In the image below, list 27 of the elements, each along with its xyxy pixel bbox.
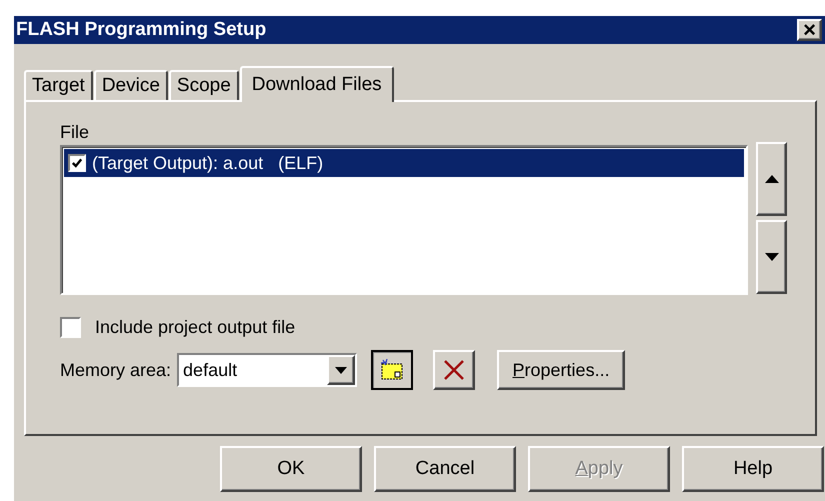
- dialog-button[interactable]: OK: [220, 446, 362, 492]
- checkbox[interactable]: [68, 154, 86, 172]
- close-icon: [443, 359, 466, 381]
- check-icon: [71, 157, 83, 169]
- down-arrow-icon: [764, 253, 778, 261]
- memory-area-dropdown[interactable]: default: [177, 353, 358, 387]
- move-down-button[interactable]: [756, 220, 787, 294]
- checkbox[interactable]: [60, 317, 81, 338]
- file-name: (Target Output): a.out (ELF): [92, 152, 324, 174]
- tab[interactable]: Scope: [168, 70, 239, 100]
- tab[interactable]: Target: [24, 70, 93, 100]
- dialog-button[interactable]: Cancel: [374, 446, 516, 492]
- tab[interactable]: Device: [94, 70, 168, 100]
- new-file-icon: [380, 359, 404, 381]
- checkbox-label: Include project output file: [95, 317, 296, 338]
- memory-area-label: Memory area:: [60, 360, 172, 380]
- up-arrow-icon: [764, 175, 778, 183]
- file-list-item[interactable]: (Target Output): a.out (ELF): [64, 149, 744, 177]
- file-label: File: [60, 122, 90, 143]
- dialog-button[interactable]: Help: [682, 446, 824, 492]
- tab[interactable]: Download Files: [240, 66, 394, 102]
- add-file-button[interactable]: [371, 350, 414, 390]
- window-title: FLASH Programming Setup: [16, 19, 266, 41]
- move-up-button[interactable]: [756, 142, 787, 216]
- properties-button[interactable]: Properties...: [497, 350, 626, 390]
- close-button[interactable]: ×: [797, 19, 822, 41]
- delete-button[interactable]: [433, 350, 476, 390]
